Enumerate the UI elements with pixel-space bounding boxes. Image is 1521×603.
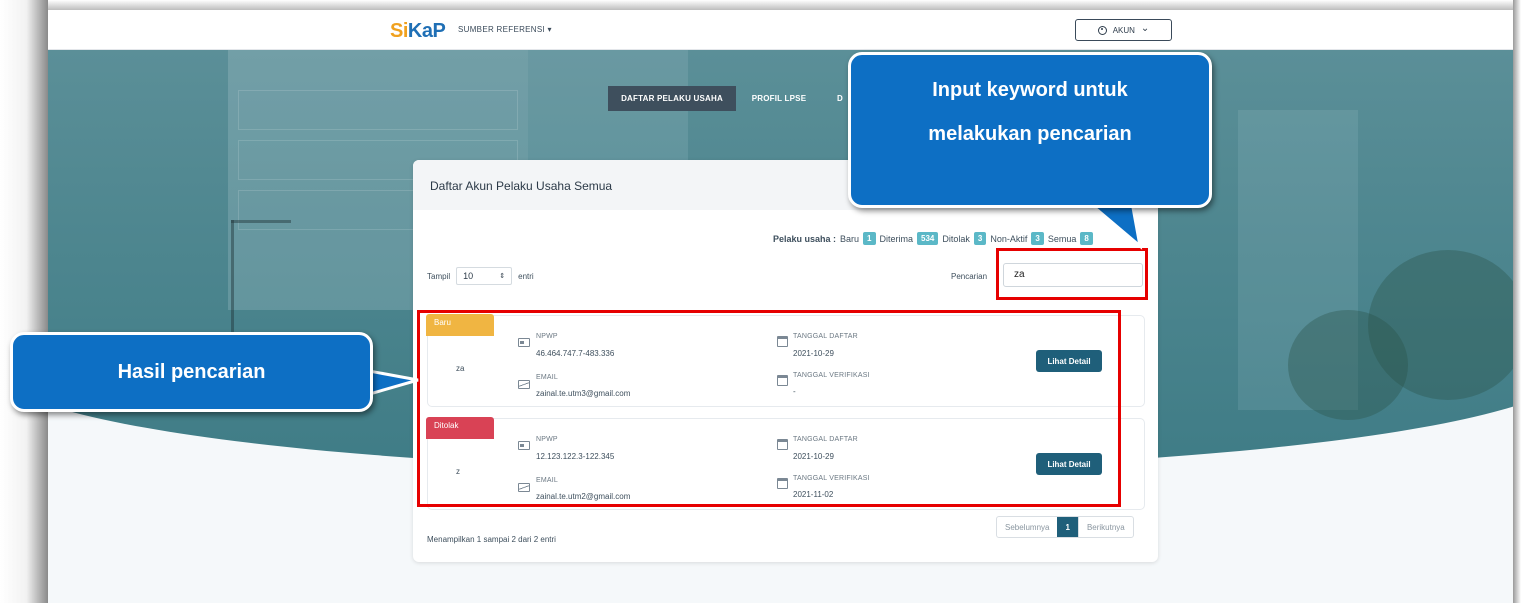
street-pole-arm [231,220,291,223]
callout-top-line1: Input keyword untuk [932,79,1128,101]
account-button[interactable]: AKUN ⌄ [1075,19,1172,41]
frame-shadow-top [0,0,1521,10]
filter-diterima[interactable]: Diterima [880,234,914,244]
tree [1288,310,1408,420]
browser-viewport: SiKaP SUMBER REFERENSI ▾ AKUN ⌄ DAFTAR P… [48,10,1513,603]
count-badge-baru: 1 [863,232,876,245]
sikap-logo[interactable]: SiKaP [390,20,446,43]
callout-search-result: Hasil pencarian [10,332,373,412]
pagination-page-1[interactable]: 1 [1057,517,1078,537]
card-title: Daftar Akun Pelaku Usaha Semua [430,179,613,193]
frame-shadow-right [1513,0,1521,603]
count-badge-diterima: 534 [917,232,939,245]
filter-non-aktif[interactable]: Non-Aktif [990,234,1027,244]
pagination-next[interactable]: Berikutnya [1077,517,1133,537]
filter-baru[interactable]: Baru [840,234,859,244]
top-navbar: SiKaP SUMBER REFERENSI ▾ AKUN ⌄ [48,10,1513,50]
page-size-control: Tampil 10 ⇕ entri [427,267,534,285]
filter-ditolak[interactable]: Ditolak [942,234,970,244]
building-windows [238,90,518,130]
pagination: Sebelumnya 1 Berikutnya [996,516,1134,538]
logo-text-si: Si [390,20,408,42]
pagination-info: Menampilkan 1 sampai 2 dari 2 entri [427,535,556,544]
callout-search-instruction: Input keyword untuk melakukan pencarian [848,52,1212,208]
user-circle-icon [1097,25,1107,35]
tab-profil-lpse[interactable]: PROFIL LPSE [740,86,818,111]
count-badge-ditolak: 3 [973,232,987,245]
screenshot-frame: SiKaP SUMBER REFERENSI ▾ AKUN ⌄ DAFTAR P… [0,0,1521,603]
tampil-label: Tampil [427,271,451,281]
tab-daftar-pelaku-usaha[interactable]: DAFTAR PELAKU USAHA [608,86,736,111]
page-size-select[interactable]: 10 ⇕ [456,267,513,285]
stats-label: Pelaku usaha : [773,233,837,244]
frame-shadow-left [0,0,48,603]
logo-text-kap: KaP [407,20,446,42]
search-highlight-box [996,248,1148,300]
page-size-value: 10 [463,271,474,281]
results-highlight-box [417,310,1121,507]
pagination-prev[interactable]: Sebelumnya [997,517,1057,537]
tab-truncated[interactable]: D [830,86,850,111]
sumber-referensi-menu[interactable]: SUMBER REFERENSI ▾ [458,25,552,34]
search-label: Pencarian [951,272,988,281]
chevron-down-icon: ⌄ [1140,22,1150,34]
callout-top-line2: melakukan pencarian [928,123,1132,145]
account-label: AKUN [1112,25,1135,35]
sort-arrows-icon: ⇕ [499,273,506,280]
entri-label: entri [518,271,534,281]
